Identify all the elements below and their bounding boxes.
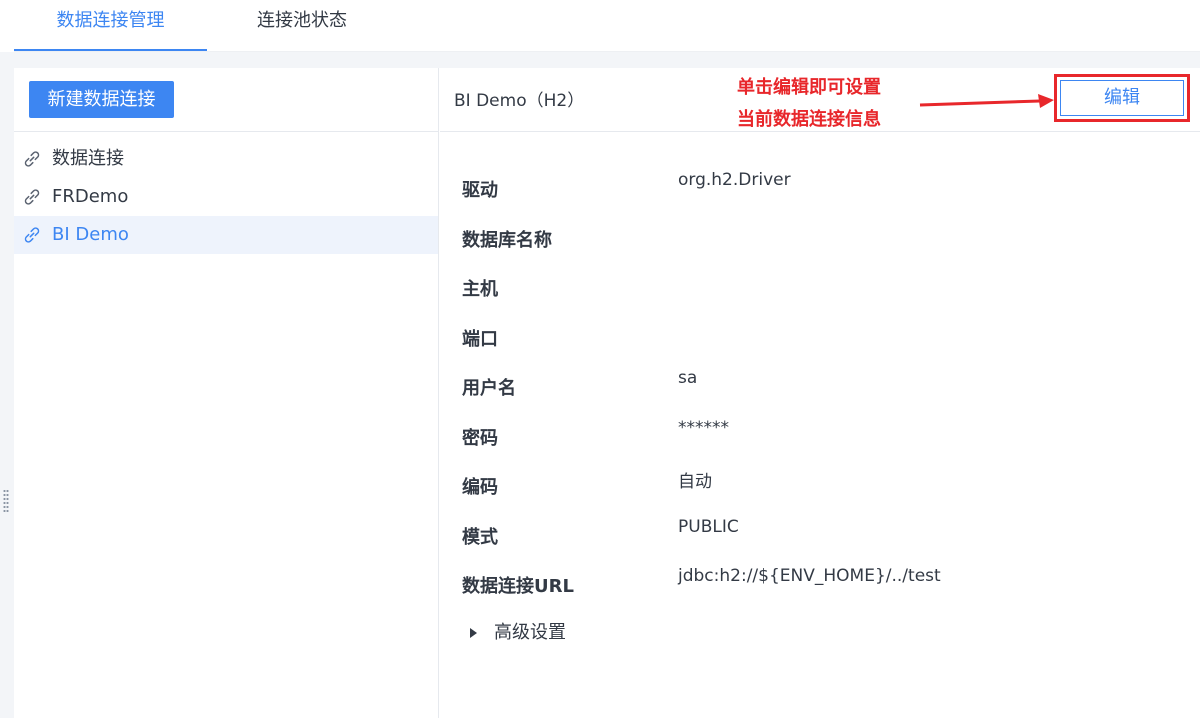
field-row-host: 主机 — [462, 273, 1182, 323]
sidebar-header: 新建数据连接 — [14, 68, 439, 132]
field-row-url: 数据连接URL jdbc:h2://${ENV_HOME}/../test — [462, 566, 1182, 620]
field-value: 自动 — [678, 472, 712, 492]
new-connection-button[interactable]: 新建数据连接 — [29, 81, 174, 118]
detail-header: BI Demo（H2） 单击编辑即可设置 当前数据连接信息 编辑 — [440, 68, 1200, 132]
tab-connection-management[interactable]: 数据连接管理 — [14, 0, 207, 52]
field-label: 驱动 — [462, 180, 498, 201]
field-row-schema: 模式 PUBLIC — [462, 517, 1182, 571]
advanced-settings-toggle[interactable]: 高级设置 — [470, 620, 566, 646]
main-panel: 新建数据连接 数据连接 FRDemo BI Demo BI Demo（H2） 单… — [14, 68, 1200, 718]
field-value: sa — [678, 368, 698, 388]
connection-fields: 驱动 org.h2.Driver 数据库名称 主机 端口 用户名 sa 密码 *… — [462, 170, 1182, 620]
connection-item-data-connection[interactable]: 数据连接 — [14, 140, 438, 178]
field-label: 用户名 — [462, 378, 516, 399]
field-label: 端口 — [462, 328, 498, 350]
field-label: 数据库名称 — [462, 229, 552, 251]
connection-item-label: FRDemo — [52, 186, 129, 207]
field-row-username: 用户名 sa — [462, 368, 1182, 422]
connection-item-label: BI Demo — [52, 224, 129, 245]
field-label: 数据连接URL — [462, 576, 574, 597]
field-value: org.h2.Driver — [678, 170, 791, 190]
annotation-line-1: 单击编辑即可设置 — [737, 77, 881, 98]
link-icon — [22, 149, 42, 169]
field-row-driver: 驱动 org.h2.Driver — [462, 170, 1182, 224]
field-row-port: 端口 — [462, 323, 1182, 373]
field-value: PUBLIC — [678, 516, 739, 537]
field-label: 主机 — [462, 279, 498, 300]
edit-button[interactable]: 编辑 — [1060, 80, 1184, 116]
top-tab-bar: 数据连接管理 连接池状态 — [0, 0, 1200, 52]
connection-item-label: 数据连接 — [52, 148, 124, 169]
field-label: 密码 — [462, 427, 498, 449]
field-row-password: 密码 ****** — [462, 418, 1182, 472]
field-label: 模式 — [462, 526, 498, 548]
connection-item-frdemo[interactable]: FRDemo — [14, 178, 438, 216]
field-value: jdbc:h2://${ENV_HOME}/../test — [678, 566, 941, 586]
field-value: ****** — [678, 417, 729, 438]
annotation-line-2: 当前数据连接信息 — [737, 109, 881, 130]
link-icon — [22, 225, 42, 245]
caret-right-icon — [470, 628, 477, 638]
field-row-encoding: 编码 自动 — [462, 471, 1182, 521]
field-row-database-name: 数据库名称 — [462, 224, 1182, 274]
annotation-arrow-icon — [919, 94, 1054, 108]
drag-handle-icon[interactable] — [2, 490, 10, 512]
advanced-settings-label: 高级设置 — [494, 622, 566, 643]
connection-detail: BI Demo（H2） 单击编辑即可设置 当前数据连接信息 编辑 驱动 org.… — [440, 68, 1200, 718]
connection-item-bi-demo[interactable]: BI Demo — [14, 216, 438, 254]
field-label: 编码 — [462, 477, 498, 498]
connection-list: 数据连接 FRDemo BI Demo — [14, 140, 438, 254]
annotation-callout: 单击编辑即可设置 当前数据连接信息 — [737, 72, 937, 136]
connection-title: BI Demo（H2） — [454, 91, 585, 111]
connection-sidebar: 新建数据连接 数据连接 FRDemo BI Demo — [14, 68, 439, 718]
link-icon — [22, 187, 42, 207]
tab-connection-pool-status[interactable]: 连接池状态 — [237, 0, 367, 52]
